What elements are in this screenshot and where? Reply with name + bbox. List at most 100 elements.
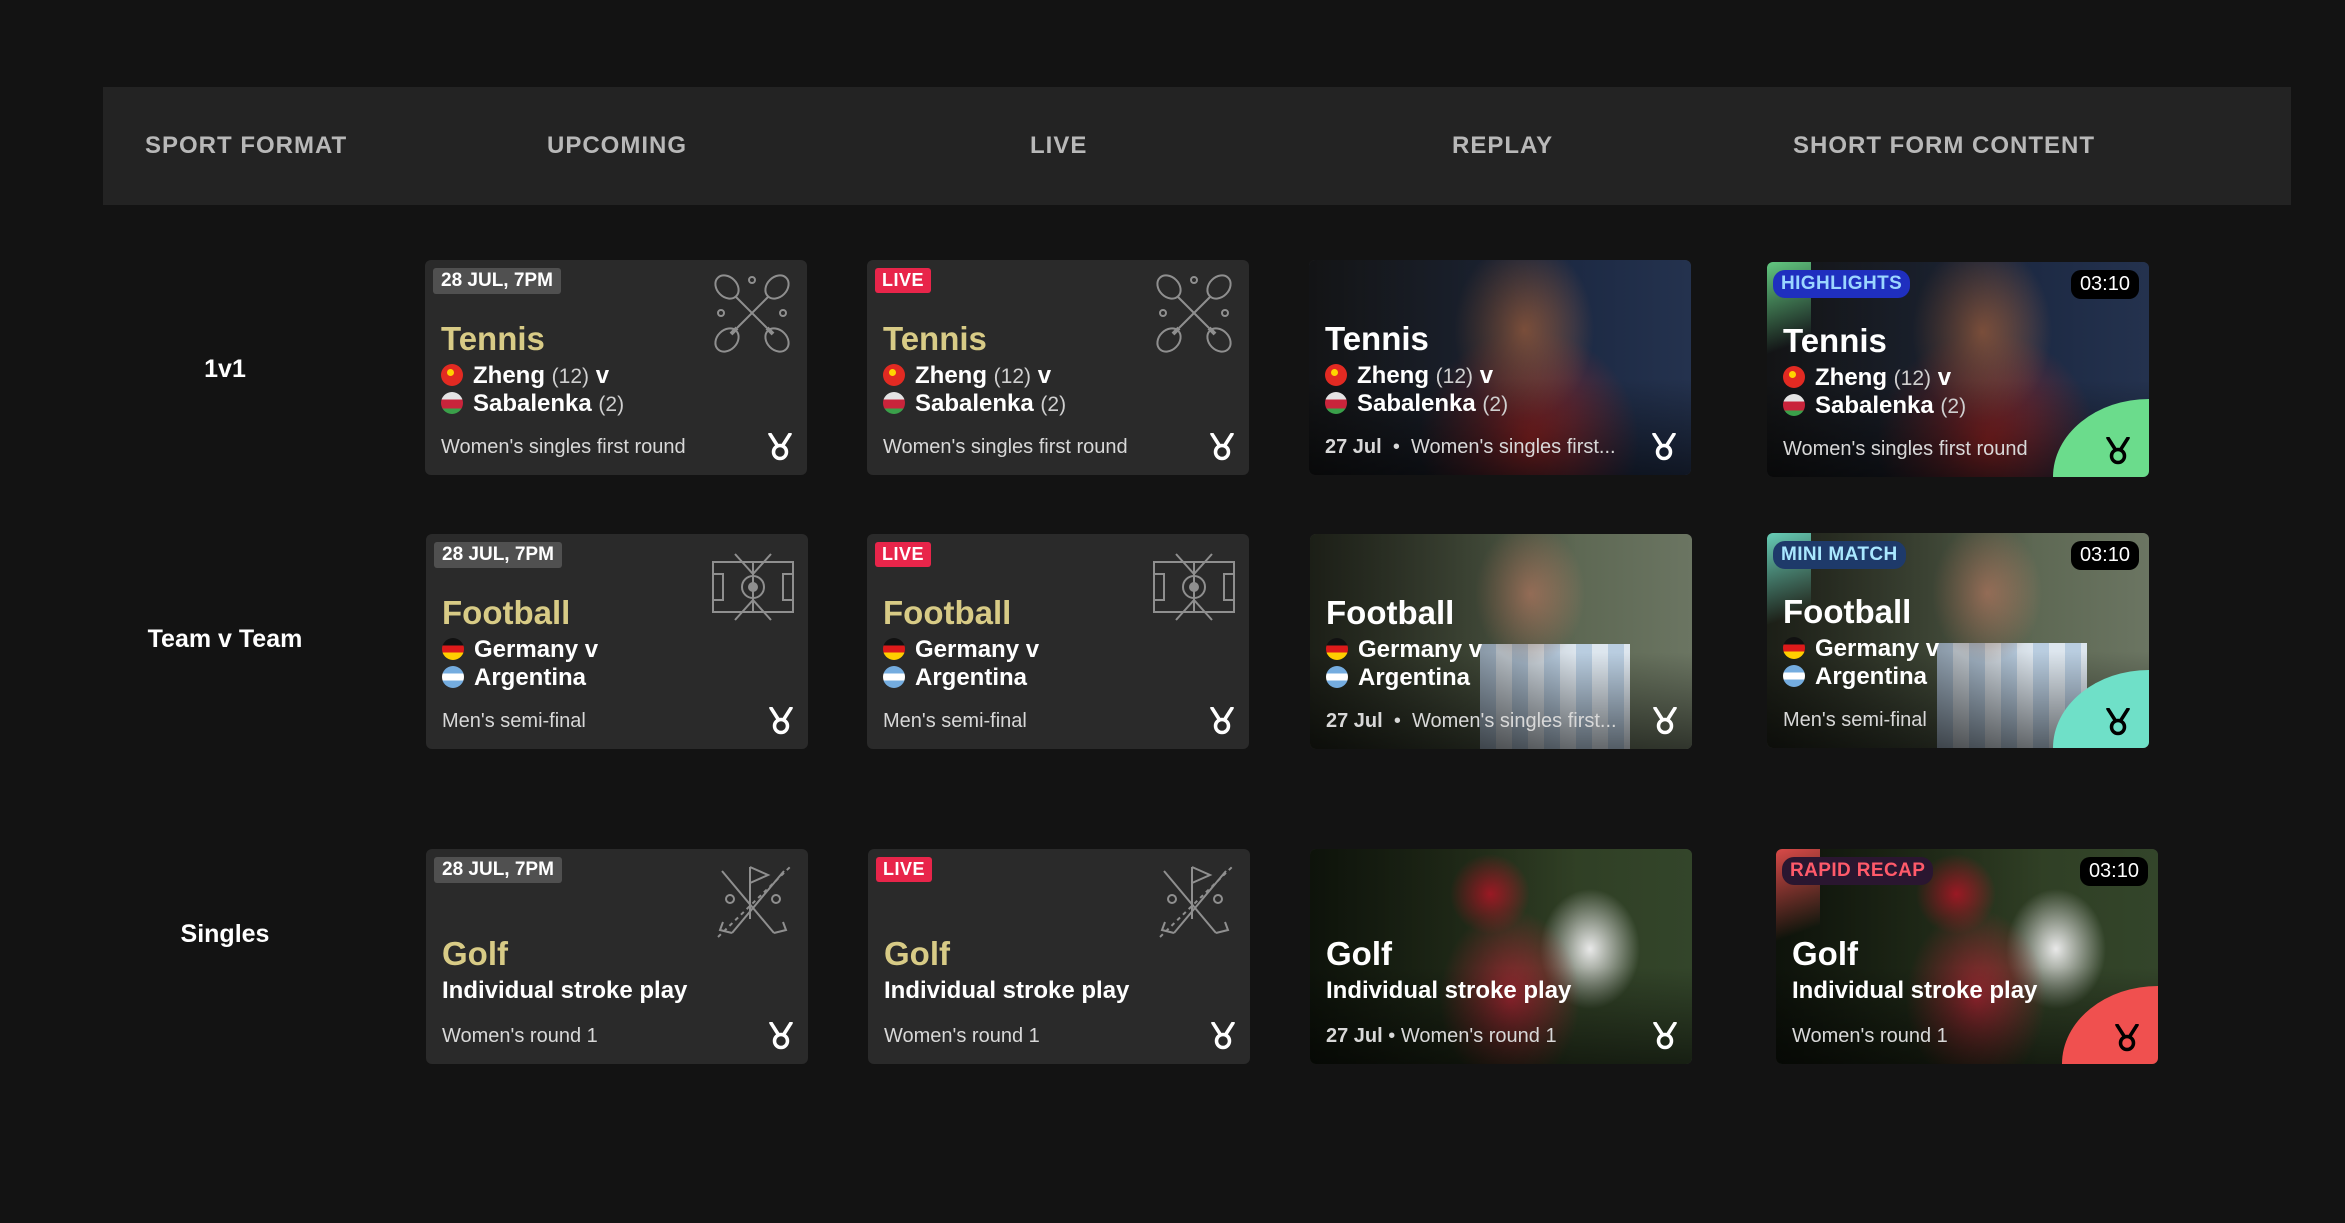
golf-upcoming-card[interactable]: 28 JUL, 7PM Golf Individual stroke play …: [426, 849, 808, 1064]
player-1: Zheng (12) v: [1325, 362, 1493, 390]
header-replay: REPLAY: [1452, 132, 1554, 159]
category-badge: HIGHLIGHTS: [1773, 270, 1911, 298]
sport-title: Football: [1783, 593, 1912, 630]
player-2: Sabalenka (2): [441, 390, 624, 418]
event-subtitle: Women's singles first round: [441, 436, 686, 458]
golf-clubs-icon: [710, 859, 796, 945]
olympic-medal-icon: [767, 433, 793, 461]
olympic-medal-icon: [2105, 708, 2131, 736]
live-badge: LIVE: [876, 857, 933, 882]
flag-argentina-icon: [883, 666, 905, 688]
flag-germany-icon: [442, 638, 464, 660]
olympic-medal-icon: [1210, 1022, 1236, 1050]
row-label-singles: Singles: [180, 920, 270, 948]
header-short-form: SHORT FORM CONTENT: [1793, 132, 2095, 159]
header-live: LIVE: [1030, 132, 1088, 159]
football-upcoming-card[interactable]: 28 JUL, 7PM Football Germany v Argentina…: [426, 534, 808, 749]
flag-argentina-icon: [1326, 666, 1348, 688]
tennis-upcoming-card[interactable]: 28 JUL, 7PM Tennis Zheng (12) v Sabalenk…: [425, 260, 807, 475]
team-1: Germany v: [1783, 635, 1939, 663]
tennis-live-card[interactable]: LIVE Tennis Zheng (12) v Sabalenka (2) W…: [867, 260, 1249, 475]
olympic-medal-icon: [768, 1022, 794, 1050]
sport-title: Football: [442, 594, 571, 631]
live-badge: LIVE: [875, 268, 932, 293]
olympic-medal-icon: [1652, 1022, 1678, 1050]
flag-china-icon: [883, 364, 905, 386]
olympic-medal-icon: [1651, 433, 1677, 461]
flag-argentina-icon: [442, 666, 464, 688]
olympic-medal-icon: [2105, 437, 2131, 465]
event-subtitle: 27 Jul • Women's singles first...: [1325, 436, 1616, 458]
player-1: Zheng (12) v: [1783, 364, 1951, 392]
tennis-rackets-icon: [1151, 270, 1237, 356]
team-1: Germany v: [1326, 636, 1482, 664]
flag-belarus-icon: [883, 392, 905, 414]
sport-title: Football: [1326, 594, 1455, 631]
flag-argentina-icon: [1783, 665, 1805, 687]
event-subtitle: Women's round 1: [1792, 1025, 1948, 1047]
event-name: Individual stroke play: [1326, 977, 1572, 1004]
event-subtitle: 27 Jul • Women's singles first...: [1326, 710, 1617, 732]
flag-belarus-icon: [1325, 392, 1347, 414]
golf-live-card[interactable]: LIVE Golf Individual stroke play Women's…: [868, 849, 1250, 1064]
football-replay-card[interactable]: Football Germany v Argentina 27 Jul • Wo…: [1310, 534, 1692, 749]
event-subtitle: 27 Jul • Women's round 1: [1326, 1025, 1557, 1047]
event-subtitle: Women's singles first round: [883, 436, 1128, 458]
date-badge: 28 JUL, 7PM: [434, 542, 562, 568]
duration-badge: 03:10: [2070, 541, 2139, 570]
live-badge: LIVE: [875, 542, 932, 567]
duration-badge: 03:10: [2079, 857, 2148, 886]
team-1: Germany v: [883, 636, 1039, 664]
football-pitch-icon: [710, 544, 796, 630]
tennis-highlights-card[interactable]: HIGHLIGHTS 03:10 Tennis Zheng (12) v Sab…: [1767, 262, 2149, 477]
duration-badge: 03:10: [2070, 270, 2139, 299]
flag-belarus-icon: [1783, 394, 1805, 416]
player-1: Zheng (12) v: [441, 362, 609, 390]
event-name: Individual stroke play: [884, 977, 1130, 1004]
flag-china-icon: [1325, 364, 1347, 386]
sport-title: Tennis: [441, 320, 545, 357]
olympic-medal-icon: [768, 707, 794, 735]
header-upcoming: UPCOMING: [547, 132, 687, 159]
format-header: SPORT FORMAT UPCOMING LIVE REPLAY SHORT …: [103, 87, 2291, 205]
team-1: Germany v: [442, 636, 598, 664]
football-live-card[interactable]: LIVE Football Germany v Argentina Men's …: [867, 534, 1249, 749]
player-2: Sabalenka (2): [1783, 392, 1966, 420]
football-mini-match-card[interactable]: MINI MATCH 03:10 Football Germany v Arge…: [1767, 533, 2149, 748]
row-label-team-v-team: Team v Team: [147, 625, 303, 653]
event-name: Individual stroke play: [1792, 977, 2038, 1004]
category-badge: MINI MATCH: [1773, 541, 1906, 569]
tennis-replay-card[interactable]: Tennis Zheng (12) v Sabalenka (2) 27 Jul…: [1309, 260, 1691, 475]
olympic-medal-icon: [1652, 707, 1678, 735]
olympic-medal-icon: [1209, 433, 1235, 461]
sport-title: Golf: [1792, 935, 1858, 972]
team-2: Argentina: [1326, 664, 1470, 692]
team-2: Argentina: [442, 664, 586, 692]
event-subtitle: Women's round 1: [884, 1025, 1040, 1047]
sport-title: Golf: [1326, 935, 1392, 972]
row-label-1v1: 1v1: [204, 355, 246, 383]
golf-clubs-icon: [1152, 859, 1238, 945]
sport-title: Golf: [442, 935, 508, 972]
player-1: Zheng (12) v: [883, 362, 1051, 390]
flag-belarus-icon: [441, 392, 463, 414]
flag-china-icon: [441, 364, 463, 386]
event-subtitle: Men's semi-final: [1783, 709, 1927, 731]
event-name: Individual stroke play: [442, 977, 688, 1004]
sport-title: Golf: [884, 935, 950, 972]
event-subtitle: Men's semi-final: [883, 710, 1027, 732]
date-badge: 28 JUL, 7PM: [433, 268, 561, 294]
flag-germany-icon: [1326, 638, 1348, 660]
football-pitch-icon: [1151, 544, 1237, 630]
golf-replay-card[interactable]: Golf Individual stroke play 27 Jul • Wom…: [1310, 849, 1692, 1064]
event-subtitle: Men's semi-final: [442, 710, 586, 732]
event-subtitle: Women's singles first round: [1783, 438, 2028, 460]
flag-germany-icon: [1783, 637, 1805, 659]
sport-title: Tennis: [1325, 320, 1429, 357]
sport-title: Football: [883, 594, 1012, 631]
golf-rapid-recap-card[interactable]: RAPID RECAP 03:10 Golf Individual stroke…: [1776, 849, 2158, 1064]
flag-china-icon: [1783, 366, 1805, 388]
player-2: Sabalenka (2): [883, 390, 1066, 418]
team-2: Argentina: [883, 664, 1027, 692]
team-2: Argentina: [1783, 663, 1927, 691]
